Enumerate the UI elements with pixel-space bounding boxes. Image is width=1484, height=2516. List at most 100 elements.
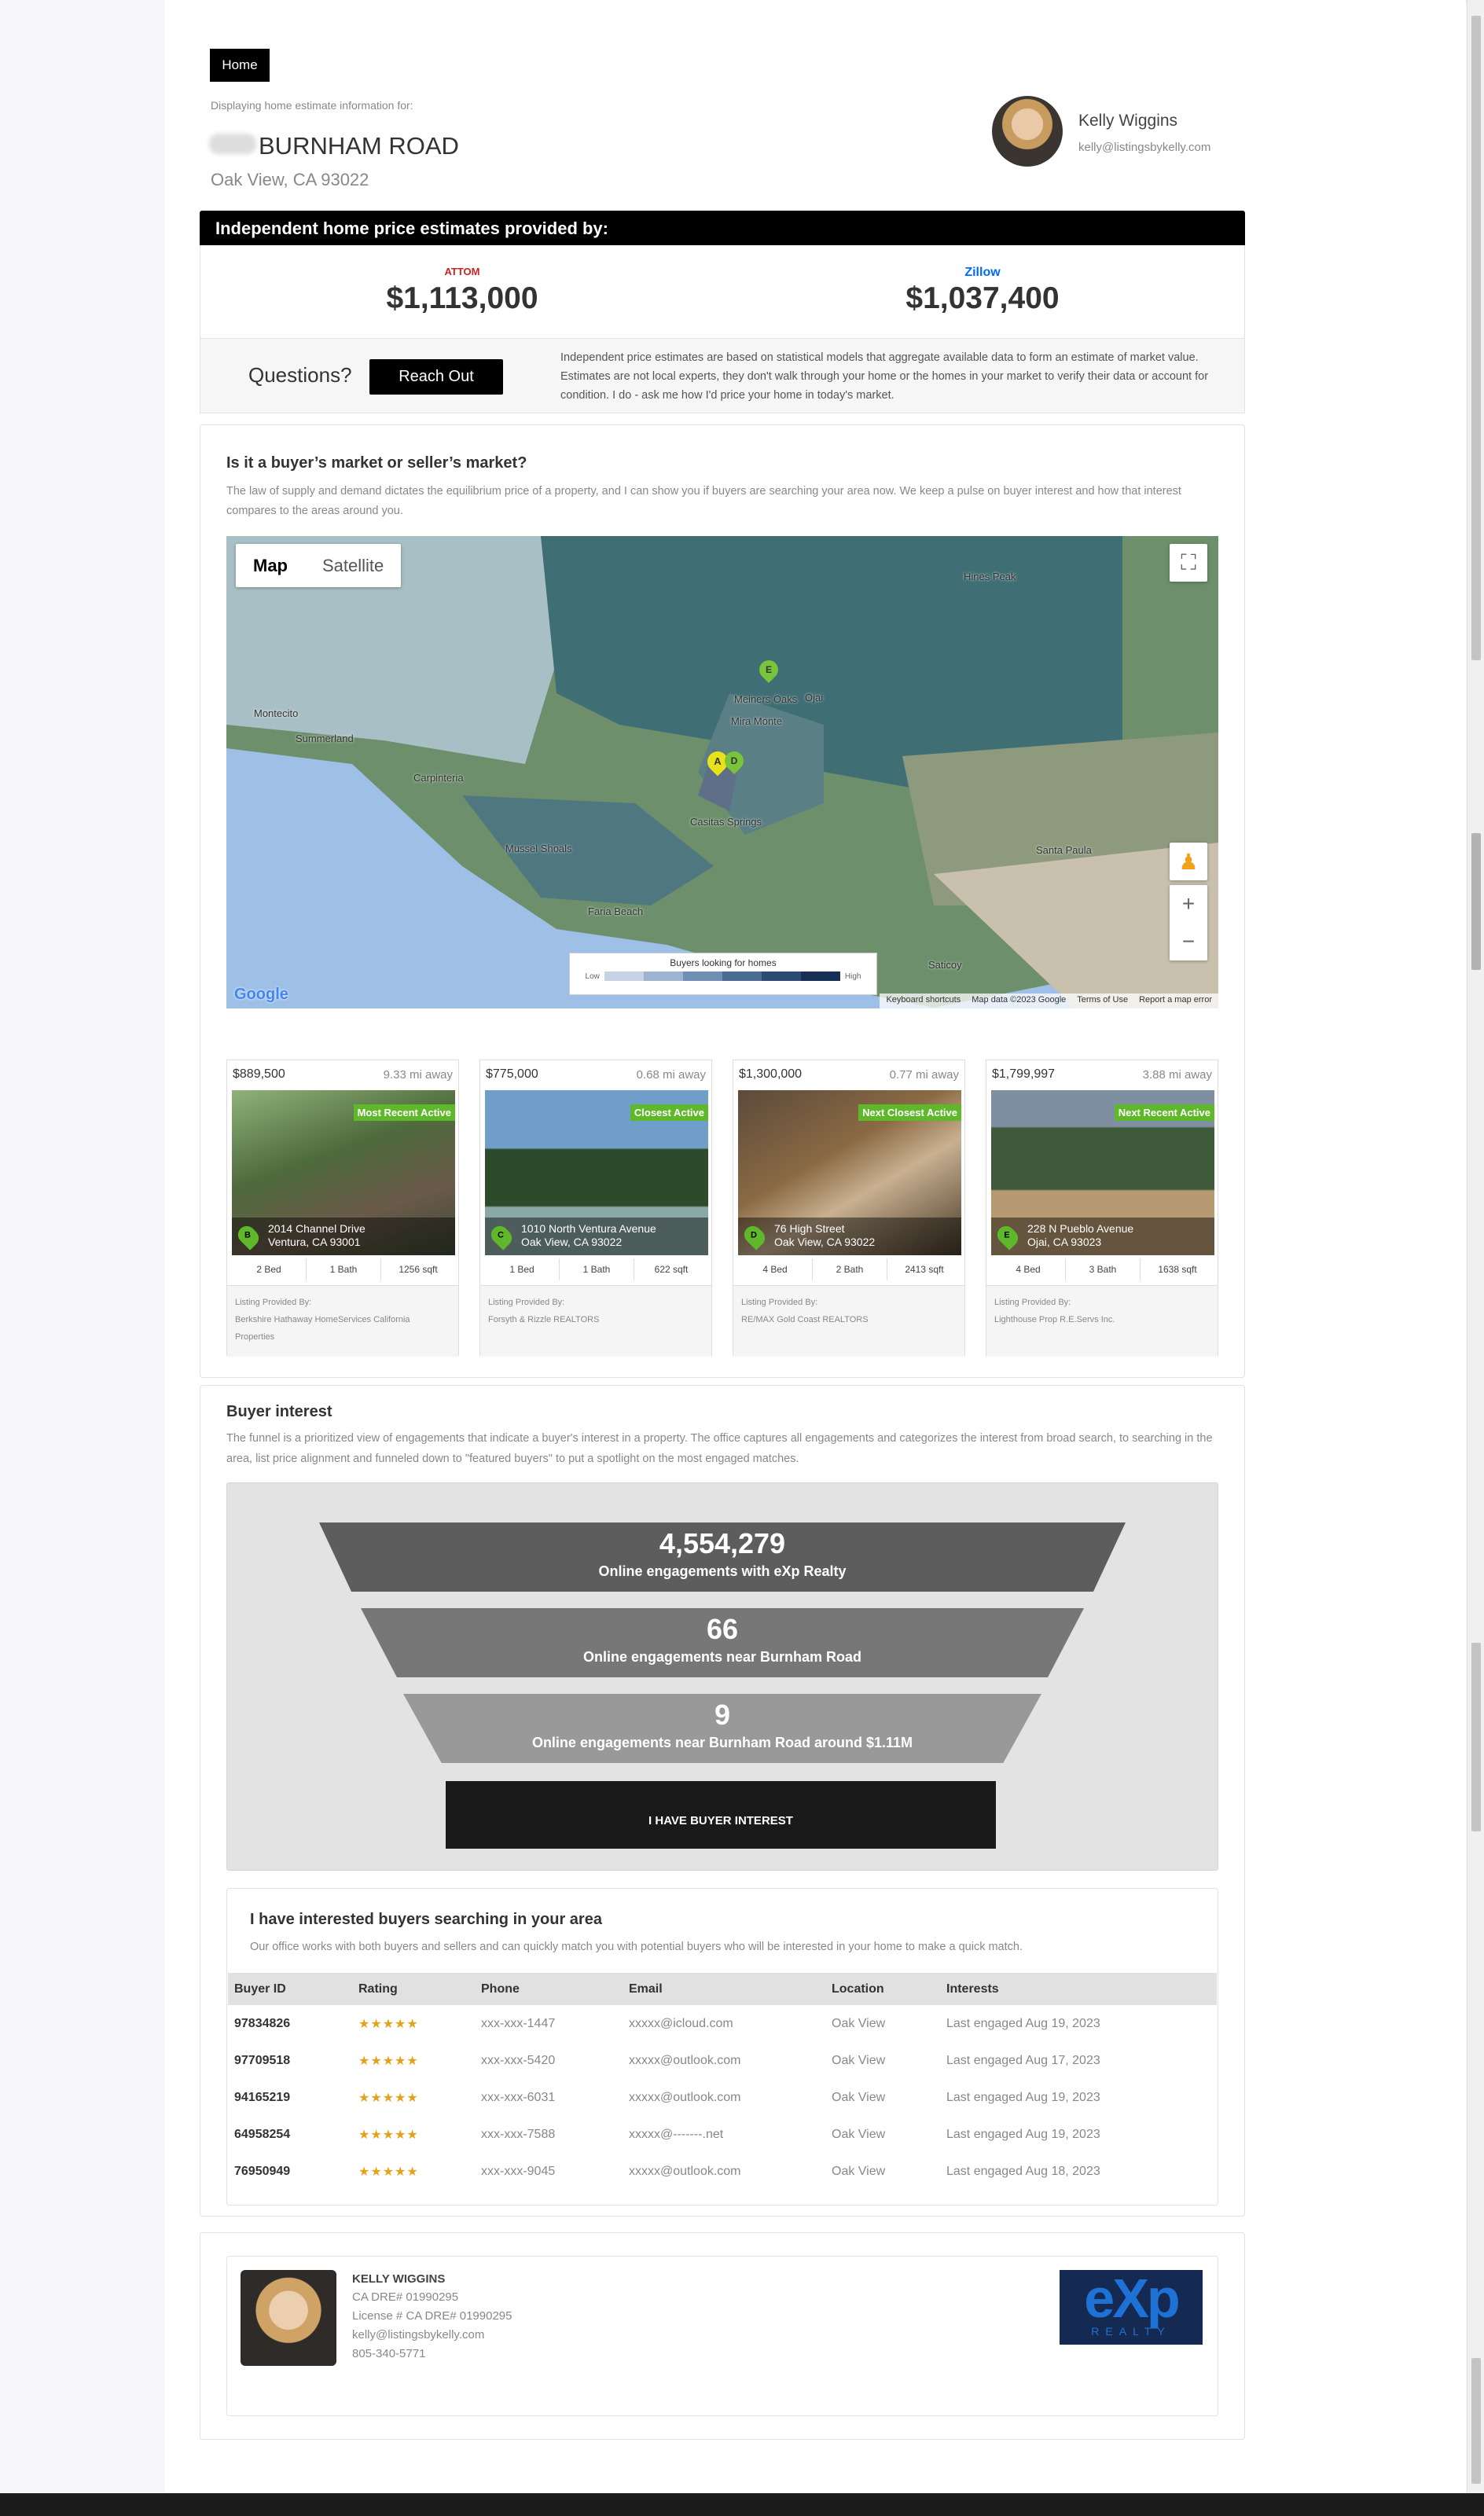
place-label: Carpinteria <box>413 772 464 784</box>
footer-agent-phone[interactable]: 805-340-5771 <box>352 2347 425 2360</box>
market-description: The law of supply and demand dictates th… <box>226 485 1181 517</box>
table-header-row: Buyer ID Rating Phone Email Location Int… <box>228 1973 1217 2005</box>
listing-specs: 4 Bed 3 Bath 1638 sqft <box>991 1258 1214 1280</box>
listing-address: D 76 High Street Oak View, CA 93022 <box>738 1218 961 1255</box>
zoom-control: + − <box>1170 885 1207 960</box>
map-type-satellite[interactable]: Satellite <box>305 544 401 587</box>
footer-agent-email[interactable]: kelly@listingsbykelly.com <box>352 2328 484 2342</box>
col-buyer-id: Buyer ID <box>228 1973 352 2005</box>
listing-badge: Next Closest Active <box>858 1104 961 1121</box>
place-label: Saticoy <box>928 959 962 971</box>
listing-address: B 2014 Channel Drive Ventura, CA 93001 <box>232 1218 455 1255</box>
listing-price: $775,000 <box>486 1067 538 1081</box>
reach-out-button[interactable]: Reach Out <box>369 359 503 395</box>
listing-badge: Closest Active <box>630 1104 708 1121</box>
legend-title: Buyers looking for homes <box>670 957 777 968</box>
agent-footer-photo <box>241 2270 336 2366</box>
agent-email[interactable]: kelly@listingsbykelly.com <box>1078 141 1210 154</box>
buyer-interest-button[interactable]: I HAVE BUYER INTEREST <box>446 1781 996 1849</box>
listing-provider: Listing Provided By: Forsyth & Rizzle REA… <box>480 1285 711 1357</box>
listing-provider: Listing Provided By: Lighthouse Prop R.E.… <box>986 1285 1218 1357</box>
estimates-heading: Independent home price estimates provide… <box>200 211 1245 245</box>
table-row: 97709518 ★★★★★ xxx-xxx-5420 xxxxx@outlook.c… <box>228 2042 1217 2079</box>
listing-price: $1,799,997 <box>992 1067 1056 1081</box>
map-pin-icon: C <box>487 1222 516 1251</box>
google-logo: Google <box>234 986 288 1003</box>
place-label: Summerland <box>296 733 354 744</box>
terms-link[interactable]: Terms of Use <box>1077 995 1128 1007</box>
buyers-table: Buyer ID Rating Phone Email Location Int… <box>228 1973 1217 2190</box>
agent-name: Kelly Wiggins <box>1078 112 1178 130</box>
listing-distance: 0.68 mi away <box>636 1067 706 1082</box>
map-terrain <box>226 536 1218 1008</box>
place-label: Meiners Oaks <box>734 693 798 705</box>
fullscreen-icon[interactable]: ⛶ <box>1170 544 1207 582</box>
estimate-disclaimer: Independent price estimates are based on… <box>560 351 1209 402</box>
rating-stars: ★★★★★ <box>358 2017 419 2031</box>
listing-provider: Listing Provided By: Berkshire Hathaway H… <box>227 1285 458 1357</box>
legend-swatch <box>761 972 801 981</box>
rating-stars: ★★★★★ <box>358 2128 419 2142</box>
table-row: 97834826 ★★★★★ xxx-xxx-1447 xxxxx@icloud.co… <box>228 2005 1217 2042</box>
displaying-text: Displaying home estimate information for… <box>211 99 413 112</box>
map-data-text: Map data ©2023 Google <box>972 995 1067 1005</box>
listing-price: $889,500 <box>233 1067 285 1081</box>
market-heading: Is it a buyer’s market or seller’s marke… <box>226 454 527 472</box>
buyers-heading: I have interested buyers searching in yo… <box>250 1911 602 1928</box>
listing-price: $1,300,000 <box>739 1067 803 1081</box>
map-pin-icon: E <box>994 1222 1022 1251</box>
legend-scale <box>604 972 840 981</box>
map-marker-e[interactable]: E <box>755 656 782 683</box>
listing-card[interactable]: $1,799,997 3.88 mi away Next Recent Activ… <box>986 1060 1218 1357</box>
left-gutter <box>0 0 165 2516</box>
estimate-attom: ATTOM $1,113,000 <box>201 245 723 338</box>
funnel-tier-1: 4,554,279 Online engagements with eXp Re… <box>319 1522 1126 1592</box>
listing-photo: Most Recent Active B 2014 Channel Drive Ve… <box>232 1090 455 1255</box>
listing-address: E 228 N Pueblo Avenue Ojai, CA 93023 <box>991 1218 1214 1255</box>
scrollbar-track-segment <box>1471 16 1481 660</box>
map-attribution: Keyboard shortcuts Map data ©2023 Google… <box>880 994 1218 1008</box>
listing-specs: 1 Bed 1 Bath 622 sqft <box>485 1258 708 1280</box>
street-view-pegman-icon[interactable]: ♟ <box>1170 843 1207 880</box>
scrollbar-track-segment <box>1471 2358 1481 2484</box>
rating-stars: ★★★★★ <box>358 2165 419 2179</box>
listing-provider: Listing Provided By: RE/MAX Gold Coast RE… <box>733 1285 964 1357</box>
listing-specs: 2 Bed 1 Bath 1256 sqft <box>232 1258 455 1280</box>
exp-realty-logo: eXp REALTY <box>1060 2270 1203 2345</box>
footer-agent-name: KELLY WIGGINS <box>352 2272 446 2286</box>
map-type-map[interactable]: Map <box>236 544 305 587</box>
funnel-tier-2: 66 Online engagements near Burnham Road <box>361 1608 1084 1677</box>
keyboard-shortcuts-link[interactable]: Keyboard shortcuts <box>886 995 961 1007</box>
zoom-out-icon[interactable]: − <box>1182 923 1195 960</box>
listing-card[interactable]: $889,500 9.33 mi away Most Recent Active … <box>226 1060 459 1357</box>
place-label: Faria Beach <box>588 905 644 917</box>
listing-card[interactable]: $775,000 0.68 mi away Closest Active C 101… <box>479 1060 712 1357</box>
zillow-logo: Zillow <box>964 266 1001 279</box>
col-interests: Interests <box>940 1973 1217 2005</box>
buyer-heat-map[interactable]: Map Satellite ⛶ ♟ + − Montecito Summerla… <box>226 536 1218 1008</box>
zoom-in-icon[interactable]: + <box>1182 885 1195 923</box>
footer-agent-license: License # CA DRE# 01990295 <box>352 2309 512 2323</box>
agent-avatar <box>992 96 1063 167</box>
listing-distance: 9.33 mi away <box>383 1067 453 1082</box>
listing-badge: Next Recent Active <box>1114 1104 1214 1121</box>
report-error-link[interactable]: Report a map error <box>1139 995 1212 1007</box>
place-label: Santa Paula <box>1036 844 1092 856</box>
listing-distance: 3.88 mi away <box>1142 1067 1212 1082</box>
legend-high: High <box>844 972 861 981</box>
place-label: Hines Peak <box>964 571 1016 582</box>
scrollbar-thumb[interactable] <box>1471 833 1481 970</box>
listing-card[interactable]: $1,300,000 0.77 mi away Next Closest Acti… <box>733 1060 965 1357</box>
listing-photo: Next Recent Active E 228 N Pueblo Avenue O… <box>991 1090 1214 1255</box>
legend-swatch <box>643 972 683 981</box>
home-button[interactable]: Home <box>210 49 270 82</box>
listing-photo: Closest Active C 1010 North Ventura Avenu… <box>485 1090 708 1255</box>
table-row: 64958254 ★★★★★ xxx-xxx-7588 xxxxx@-------.n… <box>228 2116 1217 2153</box>
col-rating: Rating <box>352 1973 475 2005</box>
buyer-interest-heading: Buyer interest <box>226 1403 332 1420</box>
buyers-description: Our office works with both buyers and se… <box>250 1941 1023 1953</box>
page-scrollbar[interactable] <box>1467 0 1484 2493</box>
attom-logo: ATTOM <box>444 266 480 277</box>
map-marker-d[interactable]: D <box>721 747 748 774</box>
table-row: 94165219 ★★★★★ xxx-xxx-6031 xxxxx@outlook.c… <box>228 2079 1217 2116</box>
